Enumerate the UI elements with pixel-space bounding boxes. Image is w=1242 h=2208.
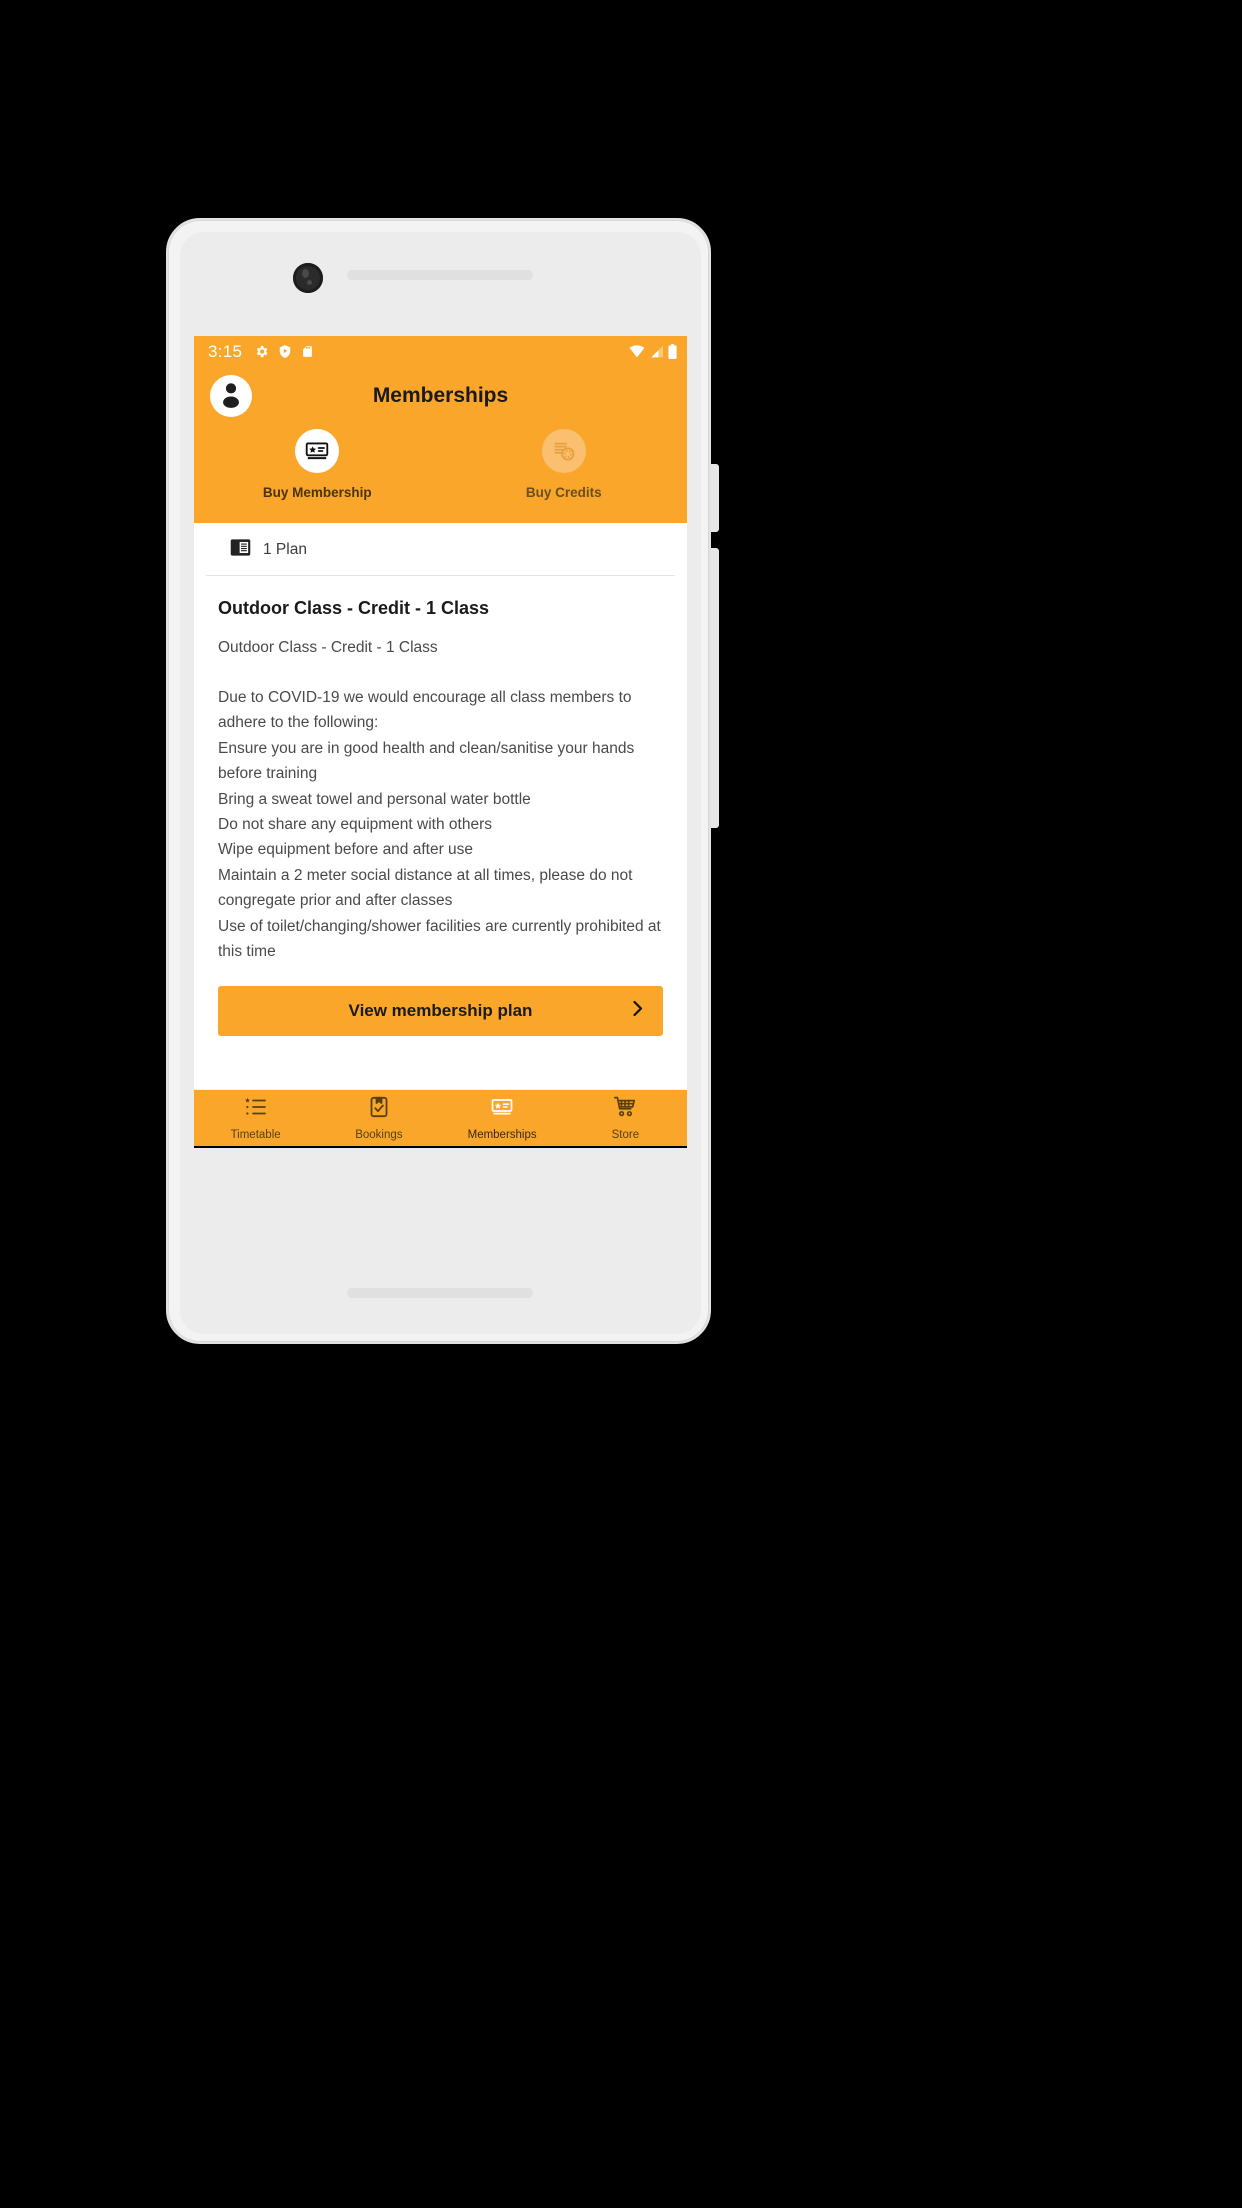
android-system-navigation xyxy=(194,1146,687,1148)
app-bar: Memberships xyxy=(194,367,687,425)
plan-details: Outdoor Class - Credit - 1 Class Outdoor… xyxy=(194,576,687,964)
bottom-bezel-handle xyxy=(347,1288,533,1298)
list-star-icon xyxy=(244,1095,268,1124)
view-membership-plan-label: View membership plan xyxy=(348,1001,533,1021)
plan-count-row: 1 Plan xyxy=(206,523,675,576)
shield-play-icon xyxy=(278,344,292,359)
nav-label: Store xyxy=(611,1129,640,1141)
main-content: 1 Plan Outdoor Class - Credit - 1 Class … xyxy=(194,523,687,1089)
tab-label: Buy Membership xyxy=(262,485,372,500)
nav-item-store[interactable]: Store xyxy=(564,1090,687,1146)
shopping-cart-icon xyxy=(613,1095,637,1124)
wifi-icon xyxy=(629,345,645,358)
tab-buy-membership[interactable]: Buy Membership xyxy=(194,429,441,523)
tab-strip: Buy Membership Buy Credits xyxy=(194,425,687,523)
earpiece-speaker xyxy=(347,270,533,280)
plan-description: Due to COVID-19 we would encourage all c… xyxy=(218,689,661,961)
membership-card-icon xyxy=(490,1095,514,1124)
status-bar: 3:15 xyxy=(194,336,687,367)
status-bar-clock: 3:15 xyxy=(208,341,243,361)
view-membership-plan-button[interactable]: View membership plan xyxy=(218,986,663,1037)
front-camera xyxy=(293,263,323,293)
article-list-icon xyxy=(230,539,251,561)
gear-icon xyxy=(254,344,269,359)
plan-subtitle: Outdoor Class - Credit - 1 Class xyxy=(218,639,438,656)
phone-screen: 3:15 Memberships Buy Membership Buy Cred… xyxy=(180,232,701,1334)
cellular-signal-icon xyxy=(649,345,664,358)
app-viewport: 3:15 Memberships Buy Membership Buy Cred… xyxy=(194,336,687,1148)
device-side-button-top[interactable] xyxy=(711,464,719,532)
account-circle-icon xyxy=(214,377,248,416)
tab-buy-credits[interactable]: Buy Credits xyxy=(441,429,688,523)
chevron-right-icon xyxy=(631,999,645,1024)
nav-label: Bookings xyxy=(355,1129,403,1141)
tab-label: Buy Credits xyxy=(525,485,602,500)
nav-item-memberships[interactable]: Memberships xyxy=(441,1090,564,1146)
nav-label: Timetable xyxy=(230,1129,281,1141)
bottom-navigation-bar: Timetable Bookings Memberships Store xyxy=(194,1089,687,1146)
nav-item-timetable[interactable]: Timetable xyxy=(194,1090,317,1146)
credits-coin-icon xyxy=(541,429,586,473)
plan-count-label: 1 Plan xyxy=(263,541,307,558)
battery-icon xyxy=(668,344,677,359)
page-title: Memberships xyxy=(372,384,509,407)
nav-label: Memberships xyxy=(467,1129,537,1141)
nav-item-bookings[interactable]: Bookings xyxy=(317,1090,440,1146)
membership-card-icon xyxy=(295,429,340,473)
phone-device-frame: 3:15 Memberships Buy Membership Buy Cred… xyxy=(166,218,719,1344)
clipboard-check-icon xyxy=(367,1095,391,1124)
sd-card-icon xyxy=(301,344,314,359)
avatar[interactable] xyxy=(210,375,252,417)
plan-title: Outdoor Class - Credit - 1 Class xyxy=(218,598,490,618)
device-side-button-bottom[interactable] xyxy=(711,650,719,828)
